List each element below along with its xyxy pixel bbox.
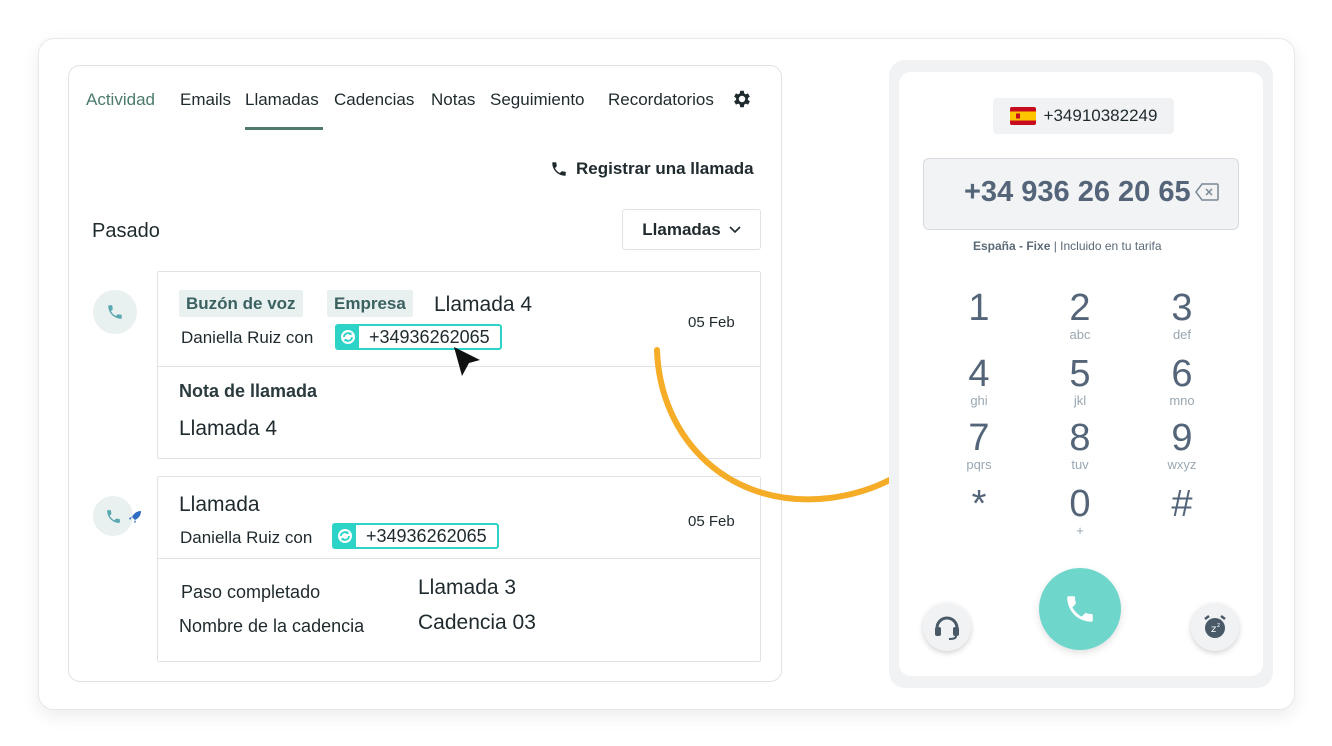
active-tab-indicator bbox=[245, 127, 323, 130]
dialed-number-field[interactable]: +34 936 26 20 65 bbox=[923, 158, 1239, 230]
tab-llamadas[interactable]: Llamadas bbox=[245, 90, 319, 110]
register-call-label: Registrar una llamada bbox=[576, 159, 754, 178]
tab-notas[interactable]: Notas bbox=[431, 90, 475, 110]
dropdown-label: Llamadas bbox=[642, 219, 721, 239]
tab-bar: Actividad Emails Llamadas Cadencias Nota… bbox=[69, 66, 781, 136]
backspace-icon[interactable] bbox=[1195, 183, 1219, 201]
phone-number: +34936262065 bbox=[366, 525, 487, 546]
register-call-button[interactable]: Registrar una llamada bbox=[550, 159, 754, 179]
sync-icon bbox=[334, 525, 356, 547]
phone-icon bbox=[1067, 596, 1093, 622]
note-value: Llamada 4 bbox=[179, 417, 278, 440]
headset-icon bbox=[935, 616, 959, 640]
key-star[interactable]: * bbox=[944, 484, 1014, 524]
phone-icon bbox=[552, 162, 566, 176]
key-4[interactable]: 4 ghi bbox=[944, 354, 1014, 408]
chevron-down-icon bbox=[729, 225, 741, 233]
call-title: Llamada 4 bbox=[434, 293, 533, 316]
company-badge: Empresa bbox=[327, 290, 413, 317]
key-1[interactable]: 1 bbox=[944, 288, 1014, 328]
voicemail-badge: Buzón de voz bbox=[179, 290, 303, 317]
cadence-value: Cadencia 03 bbox=[418, 611, 536, 634]
gear-icon[interactable] bbox=[731, 88, 753, 110]
key-hash[interactable]: # bbox=[1147, 484, 1217, 524]
cadence-label: Nombre de la cadencia bbox=[179, 616, 365, 636]
number-type: España - Fixe bbox=[973, 239, 1051, 253]
key-6[interactable]: 6 mno bbox=[1147, 354, 1217, 408]
tab-cadencias[interactable]: Cadencias bbox=[334, 90, 414, 110]
call-filter-dropdown[interactable]: Llamadas bbox=[622, 209, 761, 250]
key-2[interactable]: 2 abc bbox=[1045, 288, 1115, 342]
key-7[interactable]: 7 pqrs bbox=[944, 418, 1014, 472]
tab-actividad[interactable]: Actividad bbox=[86, 90, 155, 110]
headset-button[interactable] bbox=[923, 603, 971, 651]
call-title: Llamada bbox=[179, 493, 260, 516]
tab-emails[interactable]: Emails bbox=[180, 90, 231, 110]
spain-flag-icon bbox=[1009, 107, 1036, 125]
phone-link[interactable]: +34936262065 bbox=[332, 523, 499, 549]
number-info: España - Fixe | Incluido en tu tarifa bbox=[973, 239, 1162, 253]
number-tariff: | Incluido en tu tarifa bbox=[1053, 239, 1162, 253]
key-5[interactable]: 5 jkl bbox=[1045, 354, 1115, 408]
tab-recordatorios[interactable]: Recordatorios bbox=[608, 90, 714, 110]
key-3[interactable]: 3 def bbox=[1147, 288, 1217, 342]
call-contact: Daniella Ruiz con bbox=[180, 528, 313, 547]
tab-seguimiento[interactable]: Seguimiento bbox=[490, 90, 585, 110]
snooze-button[interactable]: z z bbox=[1191, 603, 1239, 651]
svg-text:z: z bbox=[1217, 622, 1220, 629]
call-button[interactable] bbox=[1039, 568, 1121, 650]
snooze-clock-icon: z z bbox=[1204, 615, 1226, 638]
call-type-avatar bbox=[93, 290, 137, 334]
call-date: 05 Feb bbox=[688, 513, 735, 530]
mouse-cursor-icon bbox=[454, 347, 480, 376]
step-value: Llamada 3 bbox=[418, 576, 517, 599]
phone-icon bbox=[108, 305, 122, 319]
key-8[interactable]: 8 tuv bbox=[1045, 418, 1115, 472]
call-contact: Daniella Ruiz con bbox=[181, 328, 314, 347]
section-title: Pasado bbox=[92, 220, 160, 242]
rocket-icon bbox=[129, 511, 141, 523]
phone-icon bbox=[106, 509, 120, 523]
step-label: Paso completado bbox=[181, 582, 321, 602]
caller-id-number: +34910382249 bbox=[1043, 106, 1158, 125]
divider bbox=[158, 558, 760, 559]
key-9[interactable]: 9 wxyz bbox=[1147, 418, 1217, 472]
caller-id-selector[interactable]: +34910382249 bbox=[993, 98, 1174, 134]
svg-text:z: z bbox=[1211, 624, 1216, 635]
call-date: 05 Feb bbox=[688, 314, 735, 331]
sync-icon bbox=[337, 326, 359, 348]
note-label: Nota de llamada bbox=[179, 381, 318, 401]
dialed-number: +34 936 26 20 65 bbox=[964, 176, 1191, 208]
key-0[interactable]: 0 + bbox=[1045, 484, 1115, 538]
